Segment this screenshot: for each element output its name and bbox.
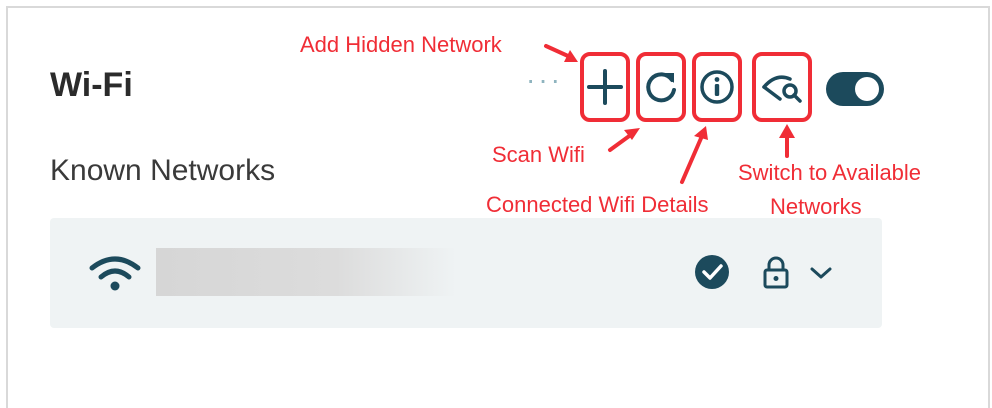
annotation-arrows [544,44,795,184]
